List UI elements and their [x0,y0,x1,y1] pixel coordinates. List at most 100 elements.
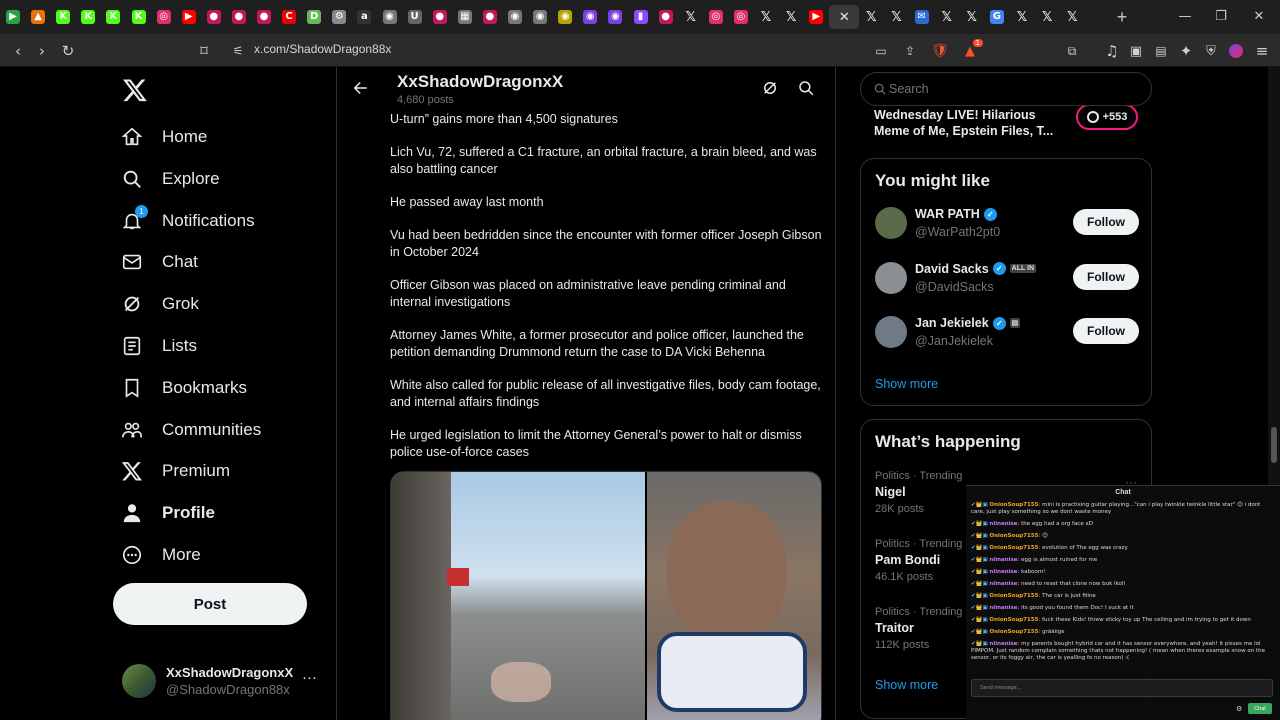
chat-username[interactable]: niinanise [989,569,1017,575]
tab-x-10[interactable]: 𝕏 [1060,5,1084,29]
nav-bookmarks[interactable]: Bookmarks [120,368,247,408]
x-logo-icon[interactable] [122,77,148,103]
leo-ai-icon[interactable]: ✦ [1174,39,1198,63]
chat-input[interactable]: Send message... [971,679,1273,697]
chat-username[interactable]: niinanise [989,581,1017,587]
post-media[interactable] [390,471,822,720]
tab-yellow[interactable]: D [302,5,326,29]
chat-username[interactable]: OnionSoup7155 [989,533,1038,539]
tab-purple-1[interactable]: ◉ [578,5,602,29]
brave-shield-icon[interactable]: 🛡 [928,39,952,63]
close-window-icon[interactable]: ✕ [1244,4,1274,28]
nav-notifications[interactable]: 1 Notifications [120,201,255,241]
profile-icon[interactable] [1224,39,1248,63]
follow-button[interactable]: Follow [1073,318,1139,344]
search-icon[interactable] [797,79,815,97]
restore-icon[interactable]: ❐ [1206,4,1236,28]
tab-red-5[interactable]: ● [428,5,452,29]
tab-drive[interactable]: ▲ [26,5,50,29]
nav-more[interactable]: More [120,535,201,575]
tab-x-1[interactable]: 𝕏 [679,5,703,29]
media-icon[interactable]: ♫ [1100,39,1124,63]
tab-x-5[interactable]: 𝕏 [885,5,909,29]
wallet-icon[interactable]: ▤ [1149,39,1173,63]
suggested-account[interactable]: David Sacks ✓ ALL IN @DavidSacks Follow [875,261,1139,298]
tab-kick-1[interactable]: K [51,5,75,29]
tab-grey-4[interactable]: ▦ [453,5,477,29]
tab-x-3[interactable]: 𝕏 [779,5,803,29]
tab-red-2[interactable]: ● [227,5,251,29]
tab-instagram-1[interactable]: ◎ [152,5,176,29]
media-image-right[interactable] [647,472,821,720]
cast-icon[interactable]: ▭ [869,39,893,63]
more-dots-icon[interactable]: ··· [302,669,317,686]
follow-button[interactable]: Follow [1073,209,1139,235]
nav-lists[interactable]: Lists [120,326,197,366]
tab-x-2[interactable]: 𝕏 [754,5,778,29]
back-arrow-icon[interactable] [351,79,369,97]
tab-red-7[interactable]: ● [654,5,678,29]
chat-username[interactable]: niinanise [989,521,1017,527]
chat-username[interactable]: niinanise [989,605,1017,611]
nav-explore[interactable]: Explore [120,159,220,199]
tab-x-7[interactable]: 𝕏 [960,5,984,29]
nav-chat[interactable]: Chat [120,242,198,282]
chat-username[interactable]: OnionSoup7155 [989,617,1038,623]
media-image-left[interactable] [391,472,645,720]
tab-yellow-2[interactable]: ◉ [553,5,577,29]
follow-button[interactable]: Follow [1073,263,1139,290]
tab-red-4[interactable]: C [277,5,301,29]
tab-youtube-1[interactable]: ▶ [177,5,201,29]
tab-kick-2[interactable]: K [76,5,100,29]
vpn-icon[interactable]: ⛨ [1199,39,1223,63]
chat-send-button[interactable]: Chat [1248,703,1272,714]
gear-icon[interactable]: ⚙ [1236,705,1242,713]
reload-icon[interactable]: ↻ [56,39,80,63]
tab-mail[interactable]: ✉ [910,5,934,29]
tab-x-8[interactable]: 𝕏 [1010,5,1034,29]
tab-red-1[interactable]: ● [202,5,226,29]
nav-communities[interactable]: Communities [120,410,261,450]
tab-google[interactable]: G [985,5,1009,29]
chat-username[interactable]: OnionSoup7155 [989,502,1038,508]
scroll-thumb[interactable] [1271,427,1277,463]
post-button[interactable]: Post [113,583,307,625]
share-icon[interactable]: ⇪ [898,39,922,63]
tab-grey-6[interactable]: ◉ [528,5,552,29]
bookmark-page-icon[interactable]: ⌑ [192,39,216,63]
tab-x-9[interactable]: 𝕏 [1035,5,1059,29]
tab-amazon[interactable]: a [352,5,376,29]
chat-username[interactable]: OnionSoup7155 [989,629,1038,635]
minimize-icon[interactable]: — [1170,4,1200,28]
address-bar[interactable]: x.com/ShadowDragon88x [254,42,391,56]
nav-profile[interactable]: Profile [120,493,215,533]
tab-kick-3[interactable]: K [101,5,125,29]
tab-instagram-3[interactable]: ◎ [729,5,753,29]
tab-purple-2[interactable]: ◉ [603,5,627,29]
tab-red-3[interactable]: ● [252,5,276,29]
forward-nav-icon[interactable]: › [30,39,54,63]
nav-premium[interactable]: Premium [120,451,230,491]
grok-refresh-icon[interactable] [761,79,779,97]
tab-grey-5[interactable]: ◉ [503,5,527,29]
chat-username[interactable]: niinanise [989,557,1017,563]
sidebar-icon[interactable]: ▣ [1124,39,1148,63]
menu-icon[interactable]: ≡ [1250,39,1274,63]
tab-x-active[interactable]: ✕ [829,5,860,29]
chat-username[interactable]: OnionSoup7155 [989,545,1038,551]
tab-instagram-2[interactable]: ◎ [704,5,728,29]
suggested-account[interactable]: WAR PATH ✓ @WarPath2pt0 Follow [875,207,1139,243]
tab-grey-2[interactable]: ◉ [378,5,402,29]
suggested-account[interactable]: Jan Jekielek ✓ ▤ @JanJekielek Follow [875,316,1139,352]
tab-play[interactable]: ▶ [1,5,25,29]
tab-red-6[interactable]: ● [478,5,502,29]
screenshot-icon[interactable]: ⧉ [1060,39,1084,63]
back-nav-icon[interactable]: ‹ [6,39,30,63]
chat-username[interactable]: niinanise [989,641,1017,647]
site-info-icon[interactable]: ⚟ [226,39,250,63]
brave-rewards-icon[interactable]: ▲ 1 [958,39,983,63]
tab-x-4[interactable]: 𝕏 [859,5,883,29]
nav-grok[interactable]: Grok [120,284,199,324]
show-more-link[interactable]: Show more [875,377,938,391]
tab-grey-3[interactable]: U [403,5,427,29]
